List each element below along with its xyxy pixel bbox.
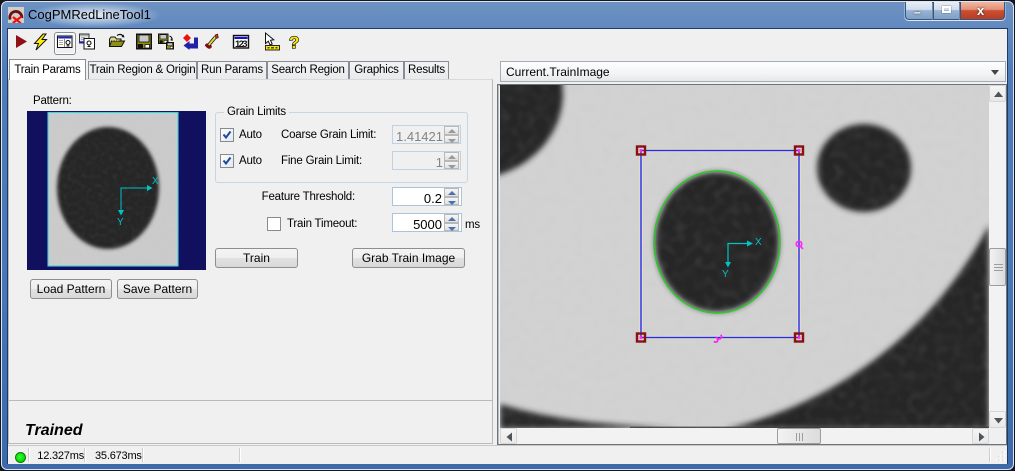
svg-text:?: ?: [289, 33, 299, 52]
svg-text:Y: Y: [117, 217, 124, 228]
svg-text:Y: Y: [722, 269, 729, 280]
svg-text:X: X: [152, 176, 159, 187]
svg-text:X: X: [755, 237, 762, 248]
svg-text:123: 123: [235, 39, 248, 50]
